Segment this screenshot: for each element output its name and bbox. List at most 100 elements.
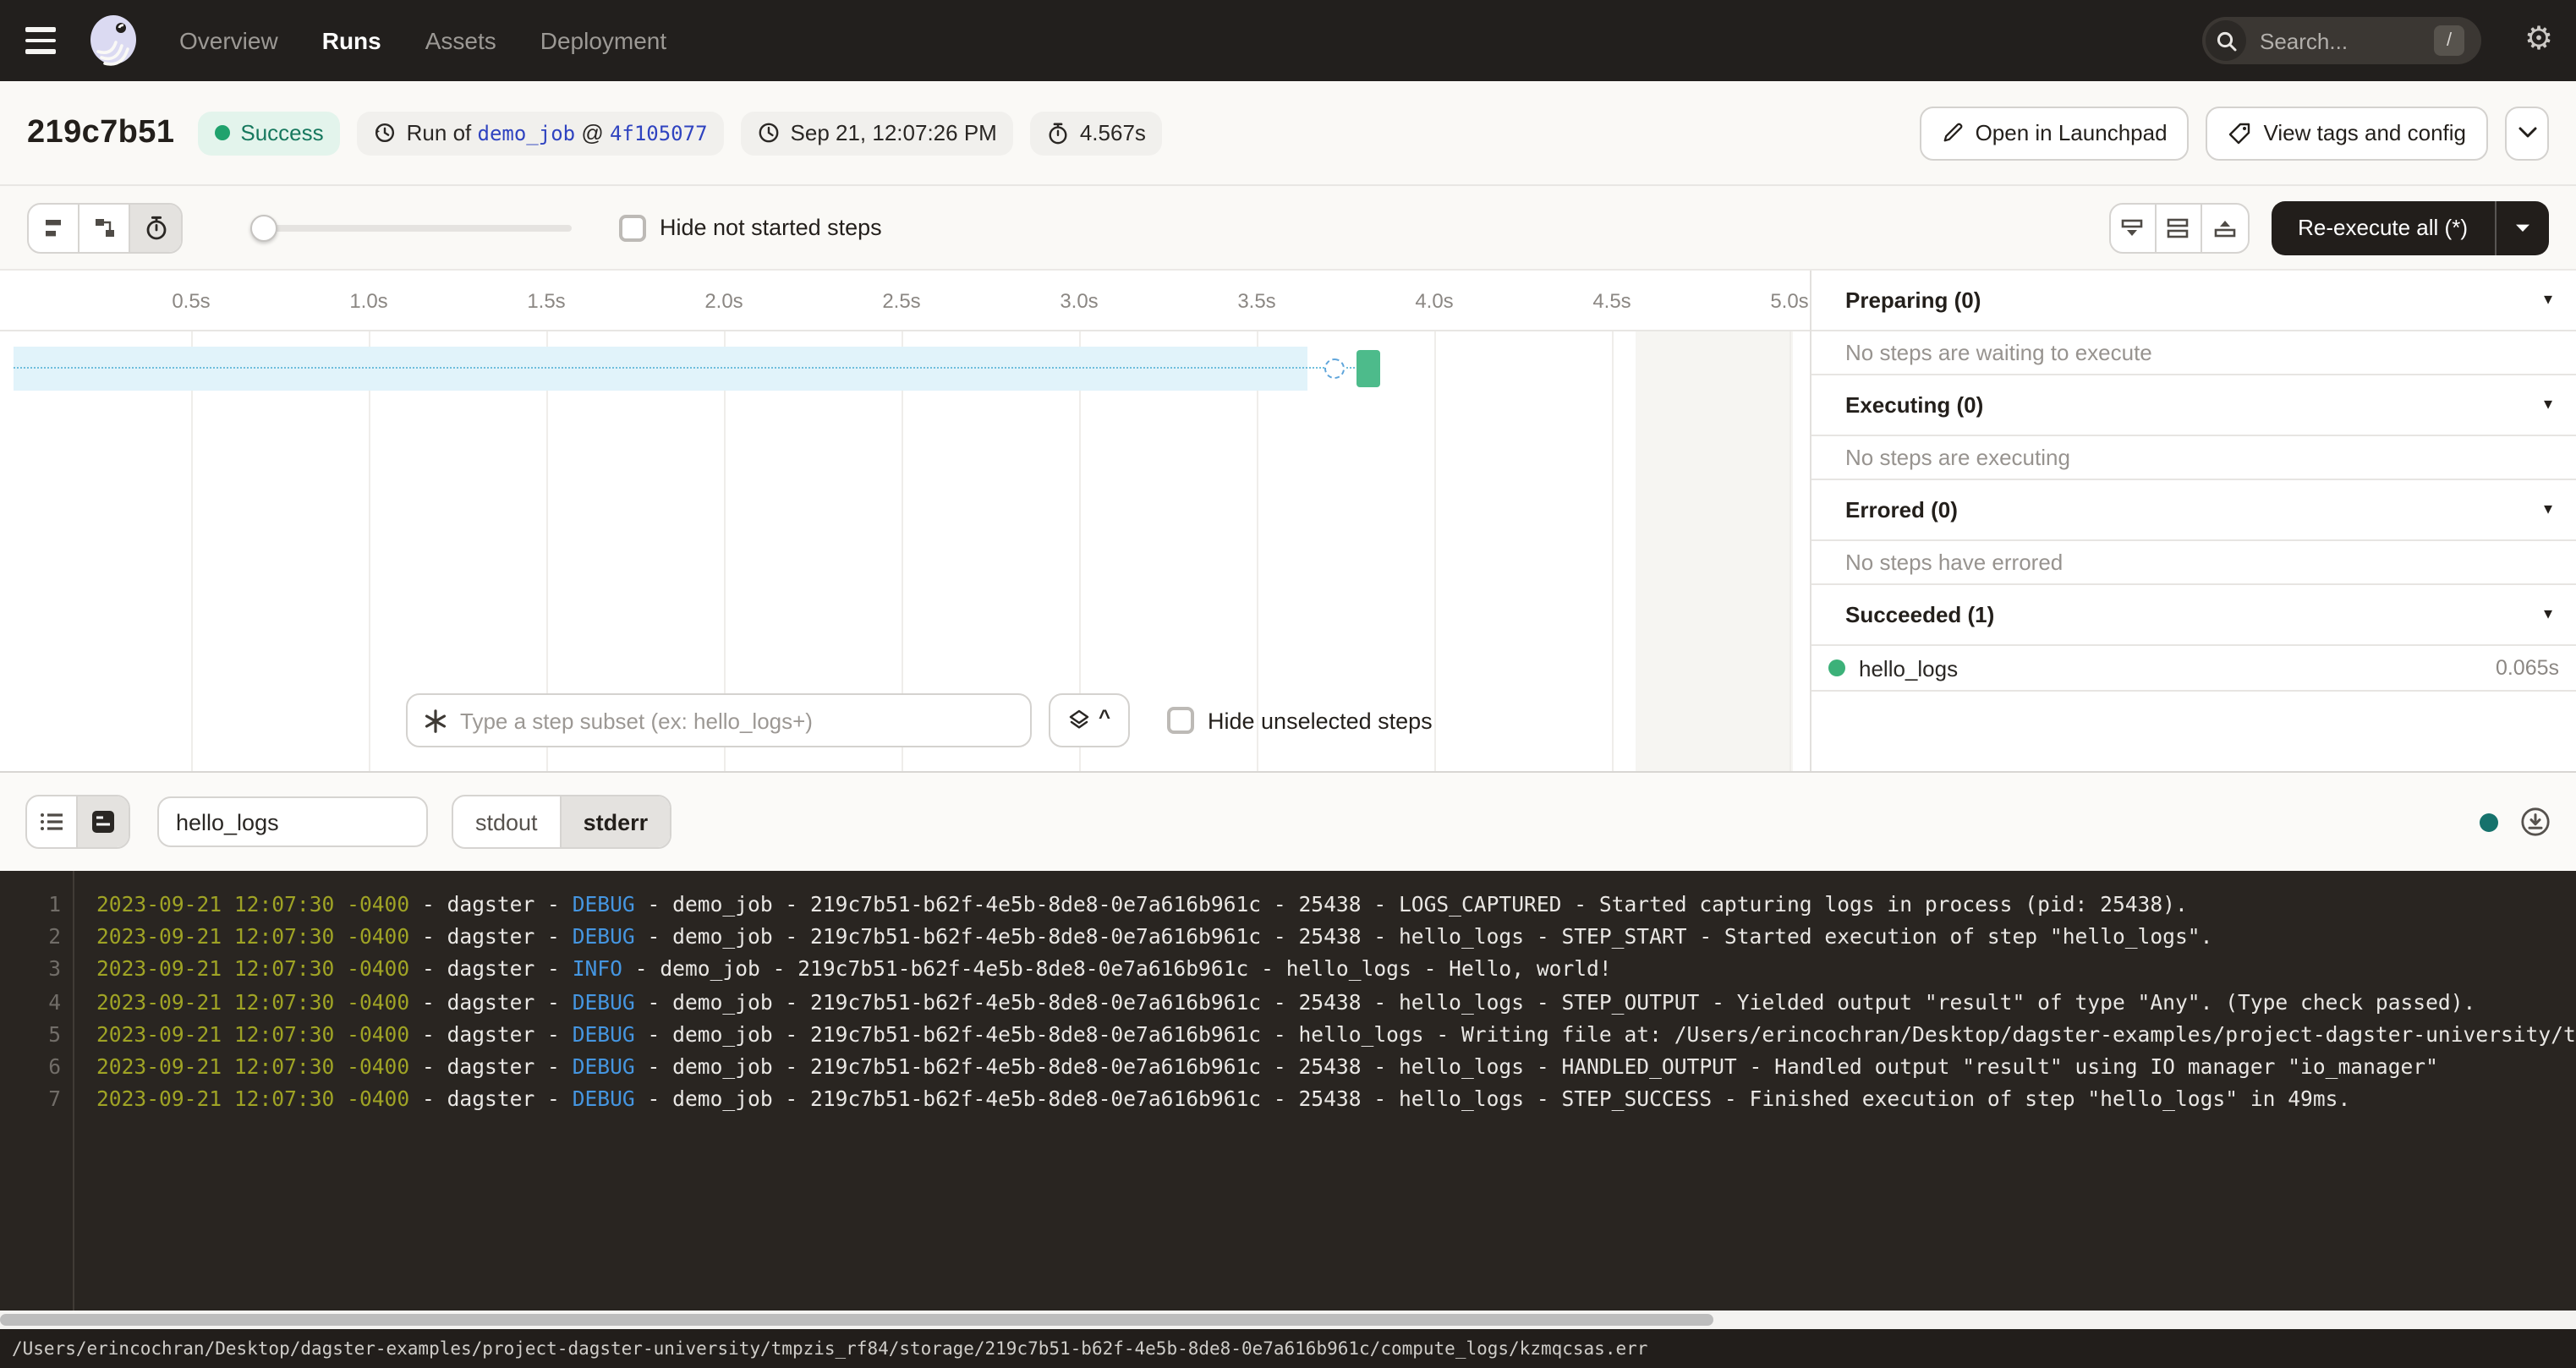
gantt-view-mode-group — [27, 202, 183, 253]
timestamp-pill: Sep 21, 12:07:26 PM — [742, 111, 1014, 155]
open-in-launchpad-label: Open in Launchpad — [1976, 120, 2168, 145]
graph-query-options-button[interactable]: ^ — [1049, 693, 1130, 747]
chevron-down-icon — [2518, 127, 2536, 139]
gantt-waiting-dash — [14, 367, 1355, 369]
search-box[interactable]: / — [2202, 17, 2481, 64]
tab-stderr[interactable]: stderr — [562, 796, 671, 847]
errored-empty-text: No steps have errored — [1811, 541, 2576, 585]
terminal-doc-icon — [90, 808, 117, 835]
chevron-down-icon[interactable]: ▾ — [2544, 396, 2552, 414]
panel-top-button[interactable] — [2201, 204, 2247, 251]
hide-not-started-label: Hide not started steps — [660, 215, 882, 240]
gantt-waiting-bar — [14, 347, 1307, 391]
dagster-logo[interactable] — [85, 12, 142, 69]
top-nav: Overview Runs Assets Deployment / ⚙ — [0, 0, 2576, 81]
section-preparing-label: Preparing (0) — [1845, 287, 1981, 313]
status-label: Success — [240, 120, 323, 145]
run-id-title: 219c7b51 — [27, 114, 174, 151]
hide-not-started-checkbox[interactable] — [619, 214, 646, 241]
hamburger-menu-icon[interactable] — [20, 20, 61, 61]
success-dot-icon — [215, 125, 230, 140]
snapshot-link[interactable]: 4f105077 — [610, 122, 708, 145]
panel-split-button[interactable] — [2156, 204, 2201, 251]
chevron-down-icon[interactable]: ▾ — [2544, 501, 2552, 519]
step-subset-input[interactable] — [460, 708, 984, 733]
hide-unselected-checkbox[interactable] — [1167, 707, 1194, 734]
structured-log-view-button[interactable] — [27, 796, 78, 847]
timing-view-button[interactable] — [130, 204, 181, 251]
panel-bottom-button[interactable] — [2110, 204, 2156, 251]
horizontal-scrollbar[interactable] — [0, 1311, 2576, 1329]
run-of-pill: Run of demo_job @ 4f105077 — [358, 111, 725, 155]
step-subset-box[interactable] — [406, 693, 1032, 747]
search-input[interactable] — [2260, 28, 2405, 53]
executing-empty-text: No steps are executing — [1811, 436, 2576, 480]
download-icon[interactable] — [2520, 807, 2551, 837]
axis-tick: 3.5s — [1237, 289, 1275, 313]
tab-stdout[interactable]: stdout — [453, 796, 562, 847]
view-tags-config-button[interactable]: View tags and config — [2206, 106, 2488, 160]
chevron-down-icon[interactable]: ▾ — [2544, 291, 2552, 309]
search-icon — [2206, 20, 2246, 61]
axis-tick: 3.0s — [1060, 289, 1098, 313]
hide-unselected-label: Hide unselected steps — [1208, 708, 1433, 733]
nav-item-deployment[interactable]: Deployment — [540, 27, 666, 54]
nav-item-assets[interactable]: Assets — [425, 27, 496, 54]
panel-top-icon — [2212, 216, 2237, 239]
reexecute-all-label: Re-execute all (*) — [2271, 200, 2495, 254]
gantt-zoom-slider[interactable] — [250, 214, 572, 241]
section-succeeded-label: Succeeded (1) — [1845, 602, 1994, 627]
clock-icon — [759, 122, 781, 144]
raw-log-view-button[interactable] — [78, 796, 129, 847]
step-duration: 0.065s — [2496, 656, 2559, 680]
log-view-mode-group — [25, 795, 130, 849]
axis-tick: 0.5s — [172, 289, 210, 313]
axis-tick: 5.0s — [1770, 289, 1808, 313]
io-tabs: stdout stderr — [452, 795, 671, 849]
reexecute-options-button[interactable] — [2495, 200, 2549, 254]
section-executing[interactable]: Executing (0) ▾ — [1811, 375, 2576, 436]
section-errored[interactable]: Errored (0) ▾ — [1811, 480, 2576, 541]
waterfall-view-button[interactable] — [79, 204, 130, 251]
raw-log-viewer[interactable]: 12023-09-21 12:07:30 -0400 - dagster - D… — [0, 871, 2576, 1311]
open-in-launchpad-button[interactable]: Open in Launchpad — [1920, 106, 2190, 160]
gantt-step-bar-hello-logs[interactable] — [1357, 350, 1380, 387]
zoom-slider-knob[interactable] — [250, 214, 277, 241]
step-name: hello_logs — [1859, 655, 1958, 681]
gantt-toolbar: Hide not started steps Re-execute all (*… — [0, 186, 2576, 271]
log-line: 22023-09-21 12:07:30 -0400 - dagster - D… — [0, 925, 2576, 957]
caret-up-icon: ^ — [1099, 705, 1110, 729]
log-filter-box[interactable] — [157, 796, 428, 847]
top-pane: 0.5s 1.0s 1.5s 2.0s 2.5s 3.0s 3.5s 4.0s … — [0, 271, 2576, 773]
waterfall-view-icon — [92, 216, 116, 239]
status-badge: Success — [198, 111, 340, 155]
log-line: 52023-09-21 12:07:30 -0400 - dagster - D… — [0, 1023, 2576, 1055]
panel-bottom-icon — [2119, 216, 2145, 239]
header-more-actions-button[interactable] — [2505, 106, 2549, 160]
timestamp-label: Sep 21, 12:07:26 PM — [791, 120, 997, 145]
section-errored-label: Errored (0) — [1845, 497, 1958, 523]
axis-tick: 4.0s — [1415, 289, 1453, 313]
scrollbar-thumb[interactable] — [0, 1314, 1713, 1326]
nav-item-overview[interactable]: Overview — [179, 27, 278, 54]
gear-icon[interactable]: ⚙ — [2522, 24, 2556, 57]
chevron-down-icon[interactable]: ▾ — [2544, 605, 2552, 624]
section-preparing[interactable]: Preparing (0) ▾ — [1811, 271, 2576, 331]
log-line: 62023-09-21 12:07:30 -0400 - dagster - D… — [0, 1055, 2576, 1087]
log-filter-input[interactable] — [159, 809, 413, 834]
gantt-chart: 0.5s 1.0s 1.5s 2.0s 2.5s 3.0s 3.5s 4.0s … — [0, 271, 1810, 771]
flat-view-button[interactable] — [29, 204, 79, 251]
header-actions: Open in Launchpad View tags and config — [1920, 106, 2549, 160]
caret-down-icon — [2515, 222, 2530, 233]
succeeded-step-row[interactable]: hello_logs 0.065s — [1811, 646, 2576, 692]
nav-item-runs[interactable]: Runs — [322, 27, 381, 54]
reexecute-all-button[interactable]: Re-execute all (*) — [2271, 200, 2549, 254]
section-succeeded[interactable]: Succeeded (1) ▾ — [1811, 585, 2576, 646]
job-link[interactable]: demo_job — [478, 122, 576, 145]
view-tags-config-label: View tags and config — [2264, 120, 2466, 145]
panel-split-icon — [2165, 216, 2190, 239]
gutter-divider — [73, 871, 74, 1311]
list-icon — [38, 810, 65, 834]
gantt-time-axis: 0.5s 1.0s 1.5s 2.0s 2.5s 3.0s 3.5s 4.0s … — [0, 271, 1810, 331]
dagster-run-page: Overview Runs Assets Deployment / ⚙ 219c… — [0, 0, 2576, 1368]
